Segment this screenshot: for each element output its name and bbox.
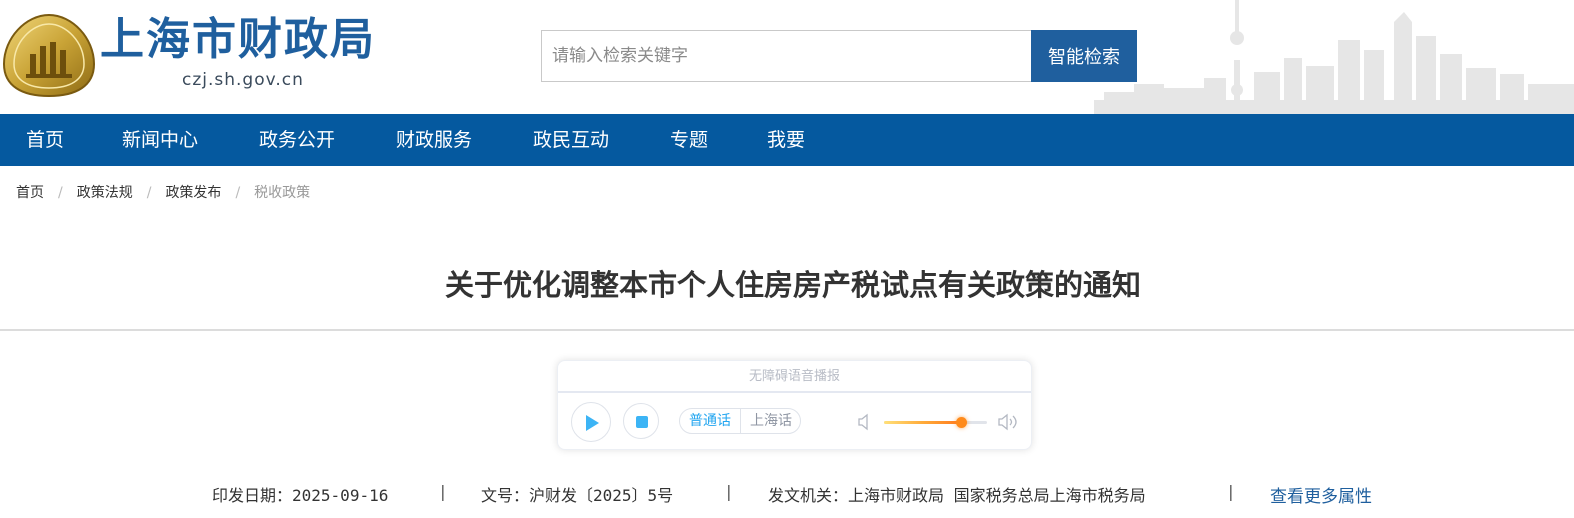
nav-item-news[interactable]: 新闻中心 (122, 114, 198, 166)
play-icon (586, 415, 599, 431)
nav-item-interaction[interactable]: 政民互动 (533, 114, 609, 166)
issuing-authority-label: 发文机关： (768, 486, 849, 505)
nav-item-home[interactable]: 首页 (26, 114, 64, 166)
main-nav: 首页 新闻中心 政务公开 财政服务 政民互动 专题 我要 (0, 114, 1574, 166)
breadcrumb-policies[interactable]: 政策法规 (77, 185, 133, 201)
site-name: 上海市财政局 (100, 14, 376, 65)
breadcrumb-current: 税收政策 (254, 185, 311, 201)
breadcrumb: 首页 / 政策法规 / 政策发布 / 税收政策 (16, 182, 310, 202)
document-number-label: 文号： (481, 486, 530, 505)
breadcrumb-separator: / (146, 185, 152, 201)
search-button[interactable]: 智能检索 (1031, 30, 1137, 82)
volume-low-icon[interactable] (858, 413, 872, 431)
article-title: 关于优化调整本市个人住房房产税试点有关政策的通知 (444, 268, 1141, 302)
shanghai-finance-emblem-icon (2, 13, 96, 98)
language-option-mandarin[interactable]: 普通话 (680, 409, 741, 433)
breadcrumb-separator: / (235, 185, 241, 201)
search-input[interactable] (541, 30, 1031, 82)
title-divider (0, 329, 1574, 331)
language-toggle: 普通话 上海话 (679, 408, 801, 434)
play-button[interactable] (571, 402, 611, 442)
meta-separator: | (724, 482, 734, 501)
meta-separator: | (1226, 482, 1236, 501)
audio-player-heading: 无障碍语音播报 (558, 361, 1031, 393)
breadcrumb-separator: / (58, 185, 63, 201)
publish-date-label: 印发日期： (212, 486, 293, 505)
volume-slider-fill (884, 421, 962, 424)
volume-high-icon[interactable] (998, 412, 1020, 432)
nav-item-services[interactable]: 财政服务 (396, 114, 472, 166)
nav-item-topics[interactable]: 专题 (670, 114, 708, 166)
language-option-shanghainese[interactable]: 上海话 (741, 409, 800, 433)
stop-icon (636, 416, 648, 428)
meta-separator: | (438, 482, 448, 501)
volume-slider-handle[interactable] (956, 417, 968, 428)
nav-item-i-want[interactable]: 我要 (767, 114, 805, 166)
accessible-audio-player: 无障碍语音播报 普通话 上海话 (557, 360, 1032, 450)
breadcrumb-home[interactable]: 首页 (16, 185, 44, 201)
issuing-authority: 发文机关：上海市财政局 国家税务总局上海市税务局 (768, 482, 1146, 505)
document-number: 文号：沪财发〔2025〕5号 (481, 482, 674, 505)
site-header: 上海市财政局 czj.sh.gov.cn 智能检索 (0, 0, 1574, 114)
view-more-attributes-link[interactable]: 查看更多属性 (1270, 482, 1372, 507)
volume-slider[interactable] (884, 417, 987, 428)
site-domain: czj.sh.gov.cn (182, 70, 304, 90)
publish-date: 印发日期：2025-09-16 (212, 482, 389, 505)
issuing-authority-value: 上海市财政局 国家税务总局上海市税务局 (848, 486, 1146, 505)
document-number-value: 沪财发〔2025〕5号 (529, 486, 674, 505)
skyline-illustration (1094, 0, 1574, 114)
nav-item-gov-info[interactable]: 政务公开 (259, 114, 335, 166)
publish-date-value: 2025-09-16 (292, 486, 389, 505)
breadcrumb-policy-release[interactable]: 政策发布 (165, 185, 221, 201)
stop-button[interactable] (623, 403, 659, 439)
